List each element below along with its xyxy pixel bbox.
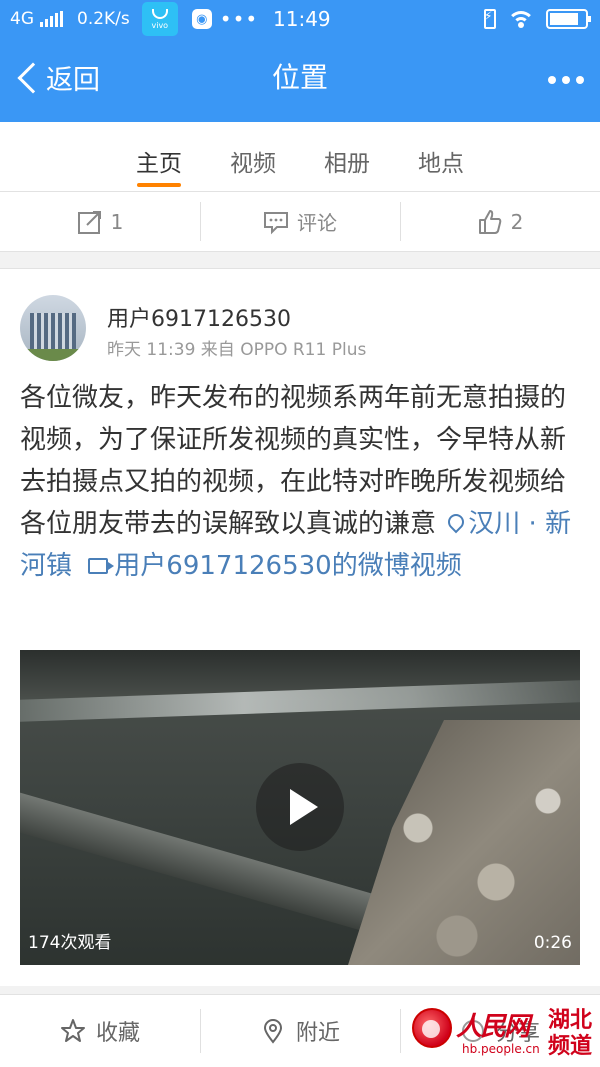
tab-places[interactable]: 地点 — [417, 122, 465, 191]
network-type: 4G — [10, 9, 34, 29]
post-username[interactable]: 用户6917126530 — [107, 301, 291, 333]
more-dots-icon — [548, 76, 556, 84]
tab-videos[interactable]: 视频 — [229, 122, 277, 191]
tab-label: 相册 — [324, 151, 370, 177]
video-view-count: 174次观看 — [28, 933, 112, 953]
active-tab-indicator — [137, 183, 181, 187]
browser-icon: ◉ — [191, 9, 212, 29]
video-player[interactable]: 174次观看 0:26 — [20, 650, 580, 965]
watermark-category: 湖北频道 — [548, 1008, 593, 1059]
comment-icon — [264, 211, 288, 234]
tab-label: 主页 — [136, 151, 182, 177]
post-card: 用户6917126530 昨天 11:39 来自 OPPO R11 Plus 各… — [0, 268, 600, 986]
avatar[interactable] — [20, 295, 86, 361]
video-source-link[interactable]: 用户6917126530的微博视频 — [80, 551, 462, 581]
comment-button[interactable]: 评论 — [200, 192, 400, 251]
network-speed: 0.2K/s — [77, 9, 130, 29]
repost-button[interactable]: 1 — [0, 192, 200, 251]
charging-icon — [484, 9, 496, 29]
post-action-bar: 1 评论 2 — [0, 192, 600, 252]
page-title: 位置 — [271, 61, 328, 94]
repost-count: 1 — [110, 209, 124, 234]
star-icon — [60, 1019, 85, 1042]
post-meta: 昨天 11:39 来自 OPPO R11 Plus — [107, 340, 367, 360]
battery-icon — [546, 9, 591, 29]
watermark-brand: 人民网 — [456, 1012, 530, 1042]
favorite-label: 收藏 — [95, 1021, 140, 1046]
video-camera-icon — [88, 558, 115, 574]
tab-bar: 主页 视频 相册 地点 — [0, 122, 600, 192]
post-text: 各位微友，昨天发布的视频系两年前无意拍摄的视频，为了保证所发视频的真实性，今早特… — [20, 377, 580, 587]
wifi-icon — [508, 9, 534, 29]
nearby-button[interactable]: 附近 — [200, 995, 400, 1067]
play-button[interactable] — [256, 763, 344, 851]
more-options-button[interactable] — [548, 76, 584, 84]
tab-home[interactable]: 主页 — [135, 122, 183, 191]
status-time: 11:49 — [273, 7, 331, 31]
like-button[interactable]: 2 — [400, 192, 600, 251]
video-duration: 0:26 — [533, 933, 572, 953]
watermark: 人民网 hb.people.cn 湖北频道 — [412, 1006, 596, 1062]
tab-albums[interactable]: 相册 — [323, 122, 371, 191]
nearby-label: 附近 — [295, 1021, 340, 1046]
vivo-store-icon: vivo — [141, 2, 178, 36]
watermark-url: hb.people.cn — [462, 1042, 540, 1056]
favorite-button[interactable]: 收藏 — [0, 995, 200, 1067]
thumbs-up-icon — [478, 209, 501, 234]
more-notifications-icon: ••• — [219, 7, 259, 31]
tab-label: 地点 — [418, 151, 464, 177]
people-logo-icon — [412, 1008, 452, 1048]
play-icon — [290, 789, 318, 825]
app-header: 返回 位置 — [0, 38, 600, 122]
like-count: 2 — [510, 209, 524, 234]
comment-label: 评论 — [297, 211, 337, 235]
signal-icon — [40, 11, 63, 27]
video-source-label: 用户6917126530的微博视频 — [114, 551, 462, 581]
status-bar: 4G 0.2K/s vivo ◉ ••• 11:49 — [0, 0, 600, 38]
tab-label: 视频 — [230, 151, 276, 177]
location-pin-icon — [448, 514, 464, 534]
location-icon — [263, 1019, 282, 1044]
repost-icon — [77, 210, 101, 234]
